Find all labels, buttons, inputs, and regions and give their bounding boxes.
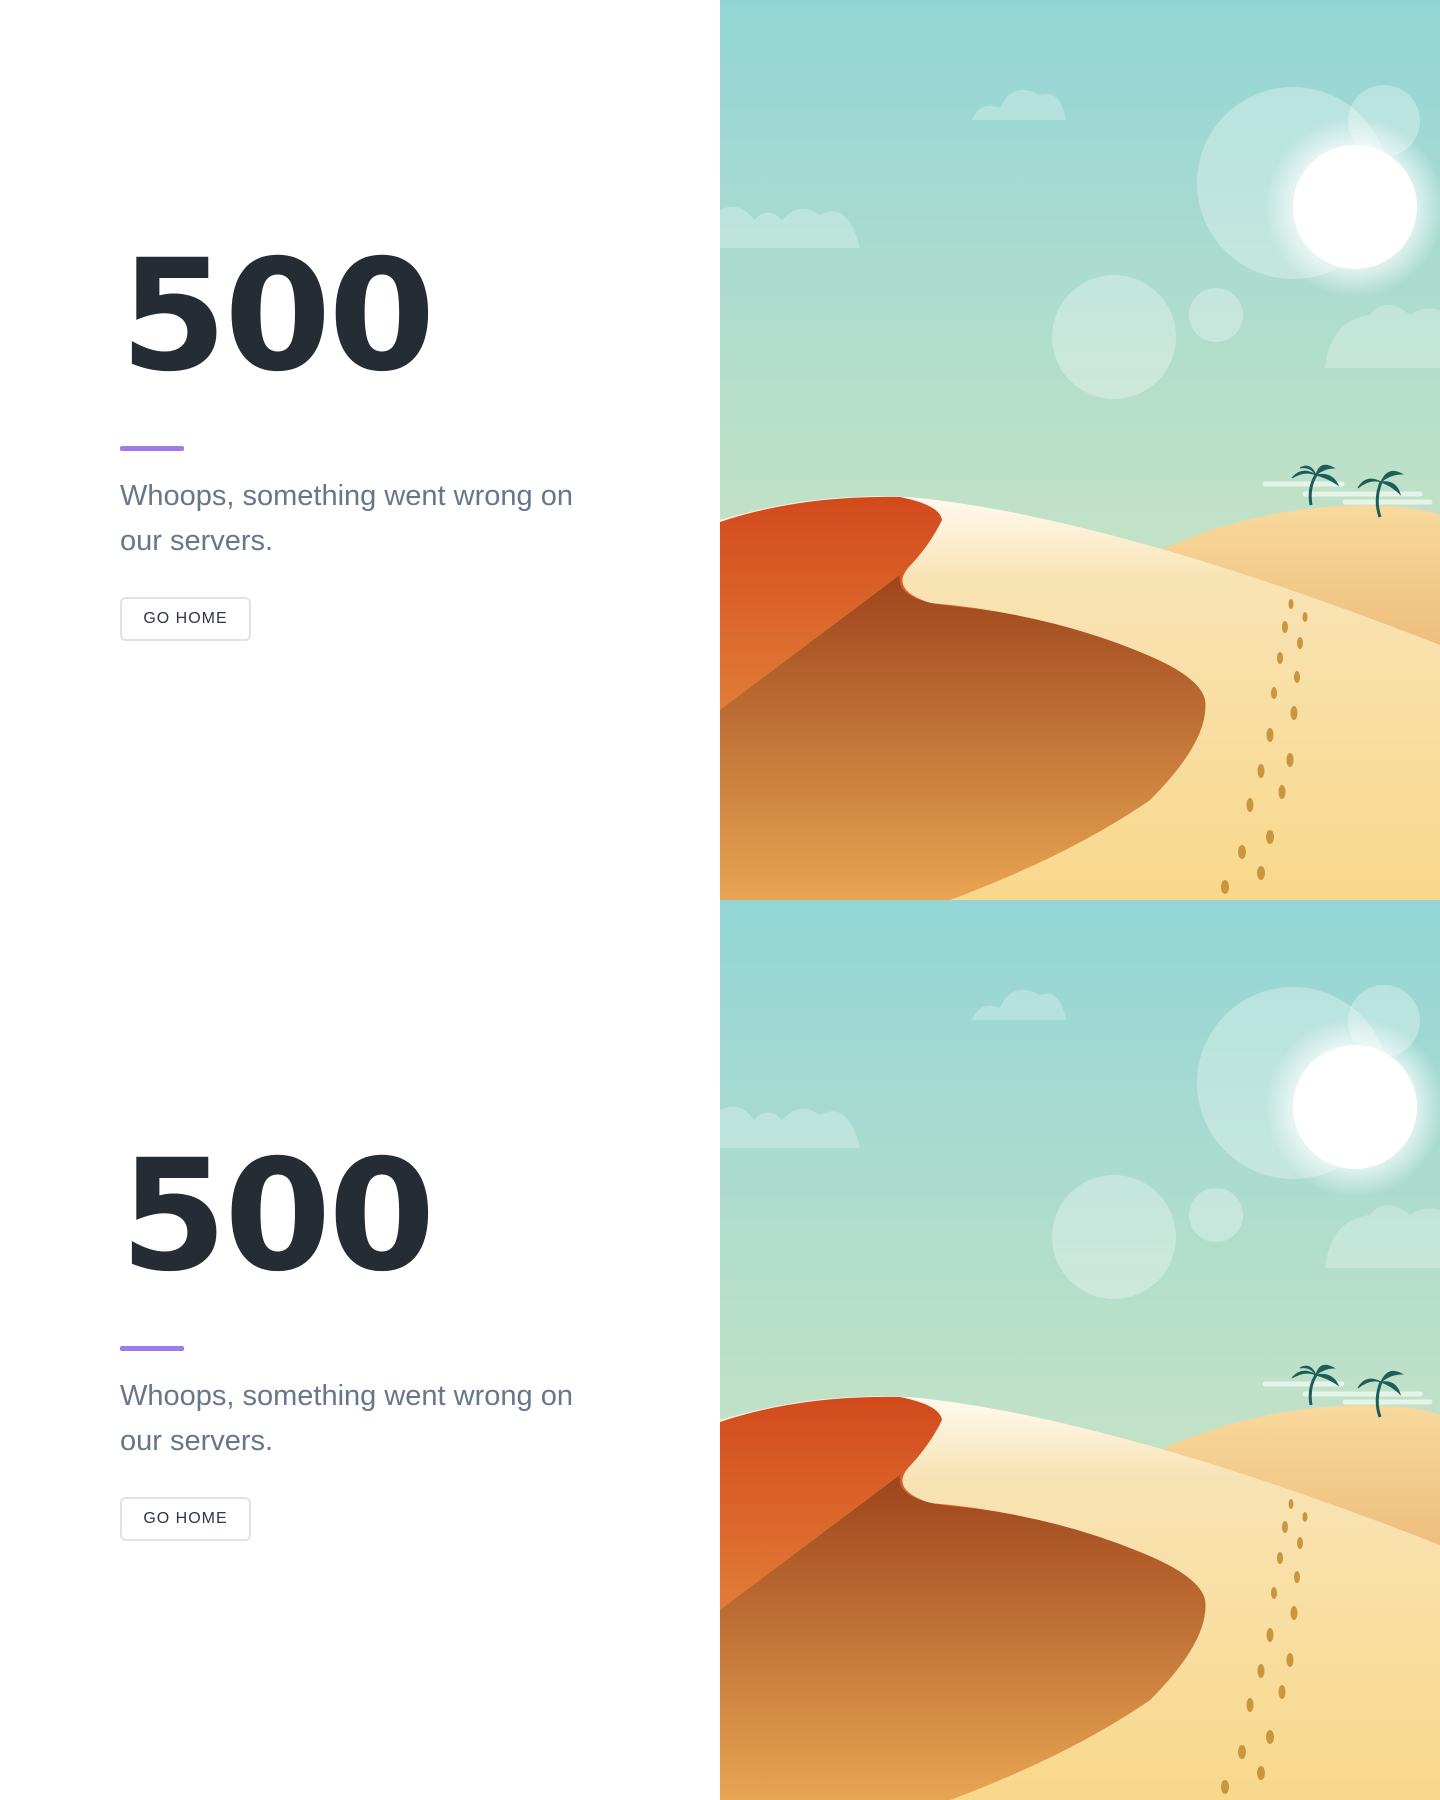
bubble xyxy=(1052,275,1176,399)
go-home-button[interactable]: GO HOME xyxy=(120,597,251,641)
accent-divider xyxy=(120,446,184,451)
sun-icon xyxy=(1293,145,1417,269)
error-content: 500 Whoops, something went wrong on our … xyxy=(0,900,720,1800)
desert-illustration xyxy=(720,900,1440,1800)
desert-scene xyxy=(720,900,1440,1800)
error-content: 500 Whoops, something went wrong on our … xyxy=(0,0,720,900)
bubble xyxy=(1189,288,1243,342)
error-page-panel: 500 Whoops, something went wrong on our … xyxy=(0,0,1440,900)
bubble xyxy=(1189,1188,1243,1242)
sun-icon xyxy=(1293,1045,1417,1169)
accent-divider xyxy=(120,1346,184,1351)
error-message: Whoops, something went wrong on our serv… xyxy=(120,480,573,557)
bubble xyxy=(1052,1175,1176,1299)
go-home-button[interactable]: GO HOME xyxy=(120,1497,251,1541)
desert-scene xyxy=(720,0,1440,900)
error-code: 500 xyxy=(120,1127,435,1306)
error-page-panel: 500 Whoops, something went wrong on our … xyxy=(0,900,1440,1800)
error-message: Whoops, something went wrong on our serv… xyxy=(120,1380,573,1457)
desert-illustration xyxy=(720,0,1440,900)
error-code: 500 xyxy=(120,227,435,406)
